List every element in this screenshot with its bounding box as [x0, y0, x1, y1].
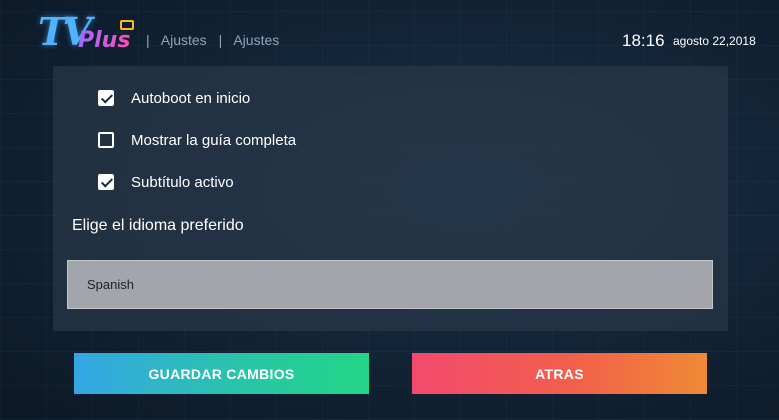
language-title: Elige el idioma preferido	[72, 217, 244, 234]
settings-panel: Autoboot en inicio Mostrar la guía compl…	[53, 66, 728, 331]
header: TV Plus | Ajustes | Ajustes 18:16 agosto…	[0, 0, 779, 62]
option-label: Autoboot en inicio	[131, 89, 251, 107]
back-button[interactable]: ATRAS	[412, 353, 707, 394]
option-subtitle[interactable]: Subtítulo activo	[98, 170, 234, 194]
logo-plus-text: Plus	[78, 28, 131, 53]
checkbox-unchecked-icon[interactable]	[98, 132, 114, 148]
tv-antenna-icon	[120, 20, 134, 30]
clock: 18:16	[622, 31, 665, 50]
language-select-value: Spanish	[87, 277, 134, 292]
breadcrumb-item: Ajustes	[233, 32, 280, 48]
date: agosto 22,2018	[673, 34, 756, 48]
breadcrumb-separator: |	[218, 32, 223, 48]
language-select[interactable]: Spanish	[67, 260, 713, 309]
tvplus-logo: TV Plus	[38, 12, 138, 56]
option-autoboot[interactable]: Autoboot en inicio	[98, 86, 250, 110]
breadcrumb: | Ajustes | Ajustes	[146, 32, 287, 48]
checkbox-checked-icon[interactable]	[98, 174, 114, 190]
option-full-guide[interactable]: Mostrar la guía completa	[98, 128, 296, 152]
save-changes-button[interactable]: GUARDAR CAMBIOS	[74, 353, 369, 394]
breadcrumb-separator: |	[146, 32, 150, 48]
option-label: Subtítulo activo	[131, 173, 234, 191]
option-label: Mostrar la guía completa	[131, 131, 297, 149]
checkbox-checked-icon[interactable]	[98, 90, 114, 106]
breadcrumb-item: Ajustes	[160, 32, 207, 48]
